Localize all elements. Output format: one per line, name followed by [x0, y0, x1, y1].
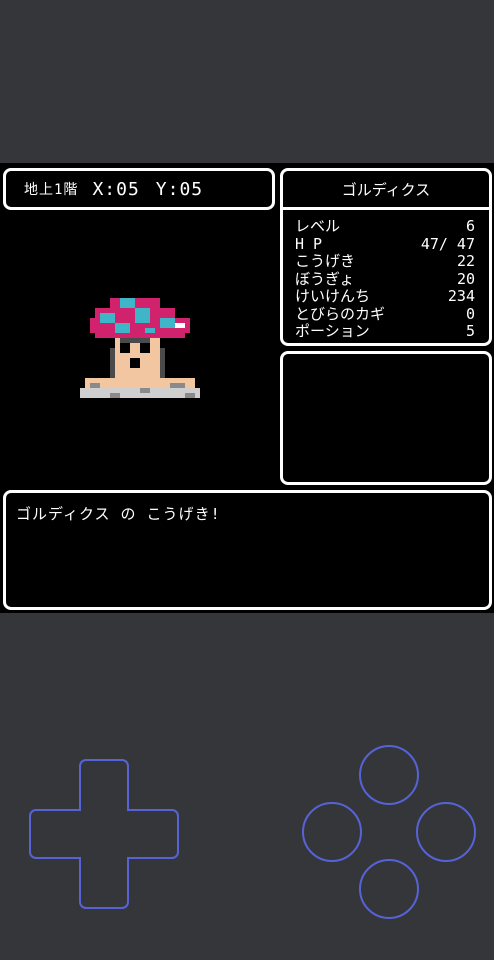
button-bottom[interactable]	[359, 859, 419, 919]
button-top[interactable]	[359, 745, 419, 805]
character-name: ゴルディクス	[283, 171, 489, 210]
stat-value: 5	[465, 322, 475, 340]
mushroom-ground	[140, 388, 150, 393]
mushroom-ground	[170, 383, 185, 388]
stats-list: レベル 6 H P 47/ 47 こうげき 22 ぼうぎょ 20 けいけんち 2…	[283, 210, 489, 341]
mushroom-spot	[100, 313, 115, 323]
dpad-icon[interactable]	[28, 758, 180, 910]
mushroom-eye	[140, 343, 150, 353]
button-right[interactable]	[416, 802, 476, 862]
game-screen: 地上1階 X:05 Y:05 ゴルディクス レベル 6 H P 47/ 47 こ…	[0, 163, 494, 613]
mushroom-spot	[115, 323, 130, 333]
stat-value: 47/ 47	[420, 234, 475, 253]
enemy-area: HP	[0, 215, 278, 508]
mushroom-spot	[135, 308, 150, 323]
mushroom-spot	[175, 323, 185, 328]
stat-label: レベル	[295, 217, 341, 235]
stat-label: こうげき	[295, 252, 356, 270]
mushroom-enemy-icon	[80, 298, 200, 398]
stat-value: 234	[447, 287, 475, 305]
stat-row: とびらのカギ 0	[295, 304, 475, 324]
stat-value: 0	[465, 304, 475, 323]
mushroom-mouth	[130, 358, 140, 368]
stat-row: H P 47/ 47	[295, 234, 475, 254]
stat-label: H P	[295, 234, 323, 253]
stat-label: ぼうぎょ	[295, 269, 355, 288]
stat-value: 20	[456, 269, 475, 288]
mushroom-ground	[185, 393, 195, 398]
position-panel: 地上1階 X:05 Y:05	[3, 168, 275, 210]
message-text: ゴルディクス の こうげき!	[16, 505, 221, 523]
mushroom-spot	[145, 328, 155, 333]
stat-row: レベル 6	[295, 217, 475, 236]
stat-label: とびらのカギ	[295, 304, 386, 323]
mushroom-ground	[110, 393, 120, 398]
mushroom-outline	[160, 348, 165, 378]
stat-value: 22	[456, 252, 475, 270]
y-coordinate: Y:05	[155, 178, 204, 200]
message-box: ゴルディクス の こうげき!	[3, 490, 492, 610]
stat-row: ぼうぎょ 20	[295, 269, 475, 289]
stat-row: けいけんち 234	[295, 287, 475, 306]
empty-panel	[280, 351, 492, 485]
dpad-outline	[29, 759, 179, 909]
mushroom-spot	[160, 318, 175, 328]
stat-label: ポーション	[295, 322, 370, 340]
mushroom-spot	[120, 298, 135, 308]
x-coordinate: X:05	[92, 178, 140, 200]
mushroom-brow	[120, 338, 150, 343]
stat-value: 6	[465, 217, 475, 235]
status-panel: ゴルディクス レベル 6 H P 47/ 47 こうげき 22 ぼうぎょ 20 …	[280, 168, 492, 346]
stat-label: けいけんち	[295, 287, 371, 305]
stat-row: こうげき 22	[295, 252, 475, 271]
stat-row: ポーション 5	[295, 322, 475, 341]
floor-label: 地上1階	[24, 182, 79, 198]
mushroom-ground	[90, 383, 100, 388]
mushroom-outline	[110, 348, 115, 378]
mushroom-cap	[95, 333, 185, 338]
button-left[interactable]	[302, 802, 362, 862]
mushroom-eye	[120, 343, 130, 353]
